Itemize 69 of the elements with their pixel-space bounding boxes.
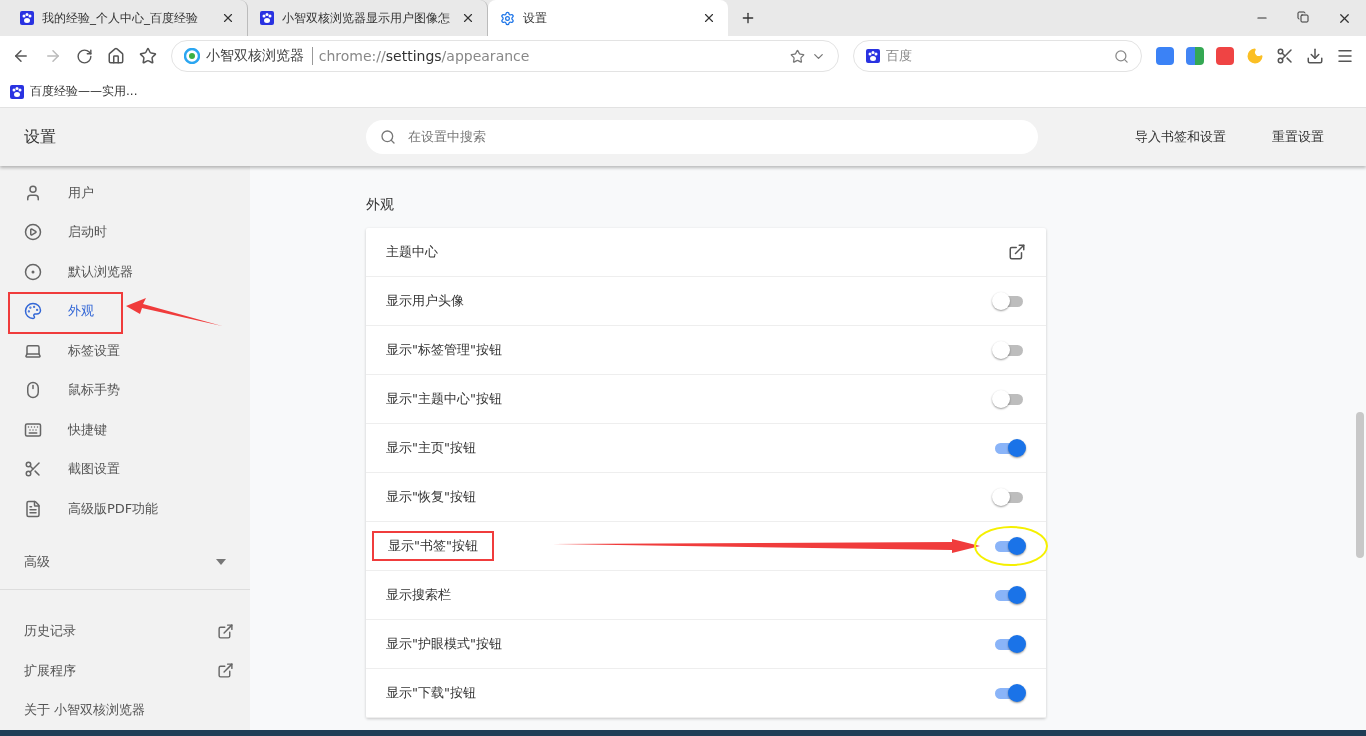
external-link-icon[interactable] [1008, 243, 1026, 261]
sidebar-item[interactable]: 外观 [0, 291, 250, 331]
browser-logo-icon [183, 48, 200, 64]
section-title: 外观 [366, 196, 395, 214]
sidebar-link[interactable]: 历史记录 [0, 611, 250, 652]
setting-label: 显示"下载"按钮 [386, 684, 476, 702]
about-link[interactable]: 关于 小智双核浏览器 [0, 690, 250, 731]
sidebar-item[interactable]: 快捷键 [0, 410, 250, 450]
scrollbar[interactable] [1356, 412, 1364, 558]
paw-icon [865, 49, 880, 63]
settings-icon [500, 10, 515, 26]
paw-icon [10, 84, 24, 99]
person-icon [24, 183, 42, 202]
external-link-icon [217, 622, 234, 640]
menu-icon[interactable] [1336, 47, 1355, 65]
setting-label: 显示"护眼模式"按钮 [386, 635, 502, 653]
document-icon [24, 499, 42, 518]
sidebar-item[interactable]: 标签设置 [0, 331, 250, 371]
search-icon [380, 129, 396, 145]
advanced-section[interactable]: 高级 [0, 534, 250, 590]
setting-label: 显示"主页"按钮 [386, 439, 476, 457]
palette-icon [24, 302, 42, 321]
browser-tab[interactable]: 设置 [488, 0, 728, 36]
settings-title: 设置 [24, 126, 57, 148]
scissors-icon [24, 460, 42, 479]
sidebar-item[interactable]: 鼠标手势 [0, 370, 250, 410]
close-icon[interactable] [221, 11, 235, 25]
sidebar-item[interactable]: 用户 [0, 173, 250, 213]
setting-label: 显示"主题中心"按钮 [386, 390, 502, 408]
sidebar-item[interactable]: 默认浏览器 [0, 252, 250, 292]
setting-label: 显示"恢复"按钮 [386, 488, 476, 506]
keyboard-icon [24, 420, 42, 439]
new-tab-icon[interactable] [740, 10, 756, 26]
settings-search-field[interactable]: 在设置中搜索 [366, 120, 1038, 154]
star-icon[interactable] [138, 47, 157, 65]
paw-icon [260, 11, 274, 25]
paw-icon [20, 11, 34, 25]
url-text: chrome://settings/appearance [318, 48, 531, 64]
tab-title: 我的经验_个人中心_百度经验 [42, 9, 199, 27]
star-icon[interactable] [789, 48, 805, 64]
tab-title: 设置 [523, 9, 548, 27]
sidebar-item[interactable]: 高级版PDF功能 [0, 489, 250, 529]
sidebar-item[interactable]: 截图设置 [0, 449, 250, 489]
tab-title: 小智双核浏览器显示用户图像怎 [282, 9, 451, 27]
back-icon[interactable] [12, 47, 30, 65]
header-link[interactable]: 重置设置 [1272, 128, 1324, 146]
target-icon [24, 262, 42, 281]
play-icon [24, 223, 42, 242]
search-icon[interactable] [1114, 48, 1130, 64]
home-icon[interactable] [106, 47, 125, 65]
download-icon[interactable] [1306, 47, 1325, 65]
scissors-icon[interactable] [1276, 47, 1295, 65]
bookmark-item[interactable]: 百度经验——实用... [10, 83, 138, 100]
header-link[interactable]: 导入书签和设置 [1135, 128, 1226, 146]
site-name: 小智双核浏览器 [205, 47, 313, 65]
setting-label: 显示用户头像 [386, 292, 464, 310]
sidebar-link[interactable]: 扩展程序 [0, 651, 250, 691]
caret-icon [216, 558, 226, 565]
close-icon[interactable] [461, 11, 475, 25]
setting-label: 显示"书签"按钮 [372, 531, 494, 561]
reload-icon[interactable] [75, 47, 93, 65]
setting-label: 显示"标签管理"按钮 [386, 341, 502, 359]
setting-label: 主题中心 [386, 243, 438, 261]
close-icon[interactable] [702, 11, 716, 25]
setting-label: 显示搜索栏 [386, 586, 451, 604]
sidebar-item[interactable]: 启动时 [0, 212, 250, 252]
external-link-icon [217, 662, 234, 680]
mouse-icon [24, 381, 42, 400]
restore-icon[interactable] [1297, 10, 1309, 23]
